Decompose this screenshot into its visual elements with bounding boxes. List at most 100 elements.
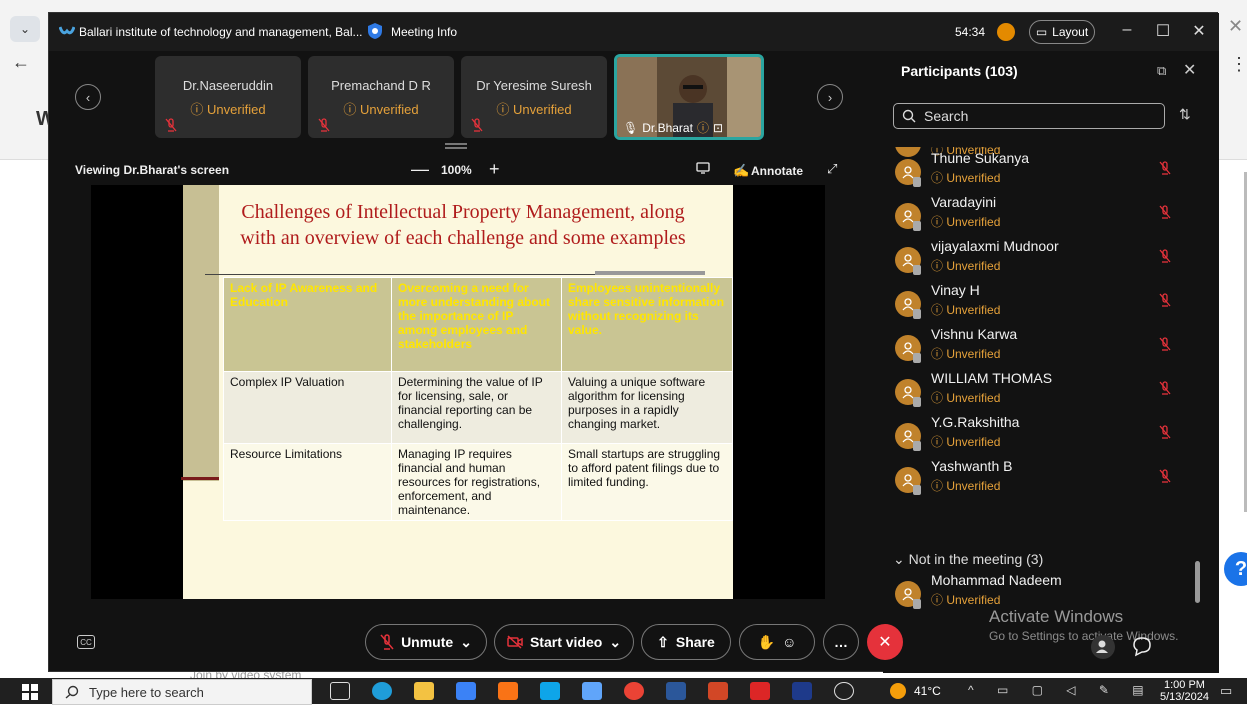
app-icon[interactable] bbox=[582, 682, 602, 700]
annotate-button[interactable]: Annotate bbox=[751, 164, 803, 178]
device-icon bbox=[913, 265, 921, 275]
tile-name: Premachand D R bbox=[331, 78, 431, 93]
resize-handle[interactable] bbox=[445, 143, 467, 149]
participant-tile[interactable]: Premachand D R ⓘ Unverified bbox=[308, 56, 454, 138]
clock[interactable]: 1:00 PM 5/13/2024 bbox=[1160, 679, 1209, 703]
scrollbar[interactable] bbox=[1195, 561, 1200, 603]
meeting-info-button[interactable]: Meeting Info bbox=[391, 25, 457, 39]
taskbar-search[interactable]: Type here to search bbox=[52, 679, 312, 705]
list-item[interactable]: Vishnu Karwa ⓘ Unverified bbox=[883, 325, 1203, 369]
list-item[interactable]: Y.G.Rakshitha ⓘ Unverified bbox=[883, 413, 1203, 457]
word-icon[interactable] bbox=[666, 682, 686, 700]
sort-icon[interactable]: ⇅ bbox=[1179, 106, 1191, 123]
edge-icon[interactable] bbox=[372, 682, 392, 700]
acrobat-icon[interactable] bbox=[750, 682, 770, 700]
slide-sidebar bbox=[183, 185, 219, 481]
minimize-icon[interactable]: – bbox=[1115, 21, 1139, 39]
zoom-out-button[interactable]: — bbox=[411, 159, 429, 180]
app-icon[interactable] bbox=[498, 682, 518, 700]
back-arrow-icon[interactable]: ← bbox=[12, 52, 30, 73]
captions-icon[interactable]: CC bbox=[77, 635, 95, 649]
mail-icon[interactable] bbox=[540, 682, 560, 700]
file-explorer-icon[interactable] bbox=[414, 682, 434, 700]
maximize-icon[interactable]: ☐ bbox=[1151, 21, 1175, 41]
zoom-in-button[interactable]: + bbox=[489, 159, 500, 180]
title-bar: Ballari institute of technology and mana… bbox=[49, 13, 1219, 51]
participant-tile[interactable]: Dr.Naseeruddin ⓘ Unverified bbox=[155, 56, 301, 138]
chat-icon[interactable] bbox=[1131, 635, 1153, 657]
start-video-button[interactable]: Start video ⌄ bbox=[494, 624, 634, 660]
task-view-icon[interactable] bbox=[330, 682, 350, 700]
participant-tile[interactable]: Dr Yeresime Suresh ⓘ Unverified bbox=[461, 56, 607, 138]
chevron-down-icon[interactable]: ⌄ bbox=[10, 16, 40, 42]
chrome-icon[interactable] bbox=[624, 682, 644, 700]
camera-off-icon bbox=[507, 635, 523, 649]
close-icon[interactable]: ✕ bbox=[1183, 60, 1196, 80]
search-icon bbox=[65, 685, 79, 699]
list-item[interactable]: Yashwanth B ⓘ Unverified bbox=[883, 457, 1203, 501]
participants-icon[interactable] bbox=[1091, 635, 1115, 659]
close-icon[interactable]: ✕ bbox=[1228, 16, 1243, 37]
close-icon[interactable]: ✕ bbox=[1187, 21, 1211, 41]
share-button[interactable]: ⇧ Share bbox=[641, 624, 731, 660]
layout-button[interactable]: ▭ Layout bbox=[1029, 20, 1095, 44]
leave-button[interactable]: ✕ bbox=[867, 624, 903, 660]
more-options-button[interactable]: … bbox=[823, 624, 859, 660]
reactions-button[interactable]: ✋ ☺ bbox=[739, 624, 815, 660]
zoom-level[interactable]: 100% bbox=[441, 163, 472, 177]
device-icon bbox=[913, 485, 921, 495]
settings-icon[interactable] bbox=[834, 682, 854, 700]
kebab-menu-icon[interactable]: ⋮ bbox=[1230, 54, 1247, 75]
table-cell: Resource Limitations bbox=[223, 443, 392, 521]
device-icon bbox=[913, 309, 921, 319]
table-cell: Overcoming a need for more understanding… bbox=[391, 277, 562, 372]
slide-accent-line bbox=[181, 477, 219, 480]
participant-name: Y.G.Rakshitha bbox=[931, 414, 1020, 430]
device-icon bbox=[913, 353, 921, 363]
expand-icon[interactable]: ⤢ bbox=[827, 161, 837, 177]
webex-icon[interactable] bbox=[792, 682, 812, 700]
powerpoint-icon[interactable] bbox=[708, 682, 728, 700]
not-in-meeting-header[interactable]: ⌄ Not in the meeting (3) bbox=[893, 551, 1043, 568]
chevron-down-icon[interactable]: ⌄ bbox=[460, 634, 472, 651]
notifications-icon[interactable]: ▭ bbox=[1220, 683, 1232, 699]
device-icon bbox=[913, 221, 921, 231]
unmute-button[interactable]: Unmute ⌄ bbox=[365, 624, 487, 660]
mic-muted-icon bbox=[1159, 161, 1171, 175]
emoji-icon: ☺ bbox=[782, 634, 797, 650]
device-icon bbox=[913, 177, 921, 187]
participant-name: Vishnu Karwa bbox=[931, 326, 1018, 342]
active-speaker-tile[interactable]: 🎙 Dr.Bharat ⓘ ⊡ bbox=[614, 54, 764, 140]
list-item[interactable]: Varadayini ⓘ Unverified bbox=[883, 193, 1203, 237]
webex-logo-icon bbox=[59, 24, 75, 38]
chevron-right-icon[interactable]: › bbox=[817, 84, 843, 110]
avatar-icon bbox=[997, 23, 1015, 41]
list-item[interactable]: WILLIAM THOMAS ⓘ Unverified bbox=[883, 369, 1203, 413]
share-screen-icon: ⊡ bbox=[712, 120, 724, 135]
device-icon bbox=[913, 441, 921, 451]
list-item[interactable]: Vinay H ⓘ Unverified bbox=[883, 281, 1203, 325]
store-icon[interactable] bbox=[456, 682, 476, 700]
mic-muted-icon bbox=[1159, 249, 1171, 263]
participant-name: Varadayini bbox=[931, 194, 997, 210]
system-tray[interactable]: ^ ▭ ▢ ◁ ✎ ▤ bbox=[968, 683, 1154, 697]
list-item[interactable]: Thune Sukanya ⓘ Unverified bbox=[883, 149, 1203, 193]
mic-muted-icon bbox=[1159, 293, 1171, 307]
tile-name: Dr Yeresime Suresh bbox=[476, 78, 592, 93]
chevron-left-icon[interactable]: ‹ bbox=[75, 84, 101, 110]
remote-control-icon[interactable] bbox=[696, 162, 710, 174]
popout-icon[interactable]: ⧉ bbox=[1157, 63, 1166, 79]
search-input[interactable]: Search bbox=[893, 103, 1165, 129]
list-item[interactable]: vijayalaxmi Mudnoor ⓘ Unverified bbox=[883, 237, 1203, 281]
windows-start-icon[interactable] bbox=[22, 684, 38, 700]
table-row: Lack of IP Awareness and Education Overc… bbox=[223, 277, 733, 372]
help-icon[interactable]: ? bbox=[1224, 552, 1247, 586]
shield-icon[interactable] bbox=[367, 22, 383, 40]
participant-status: ⓘ Unverified bbox=[931, 259, 1001, 273]
table-row: Resource Limitations Managing IP require… bbox=[223, 443, 733, 521]
chevron-down-icon[interactable]: ⌄ bbox=[609, 634, 621, 651]
participant-status: ⓘ Unverified bbox=[931, 593, 1001, 607]
viewing-label: Viewing Dr.Bharat's screen bbox=[75, 163, 230, 177]
participants-panel: Participants (103) ⧉ ✕ Search ⇅ ⓘ Unveri… bbox=[883, 51, 1219, 673]
info-icon: ⓘ bbox=[696, 121, 709, 135]
